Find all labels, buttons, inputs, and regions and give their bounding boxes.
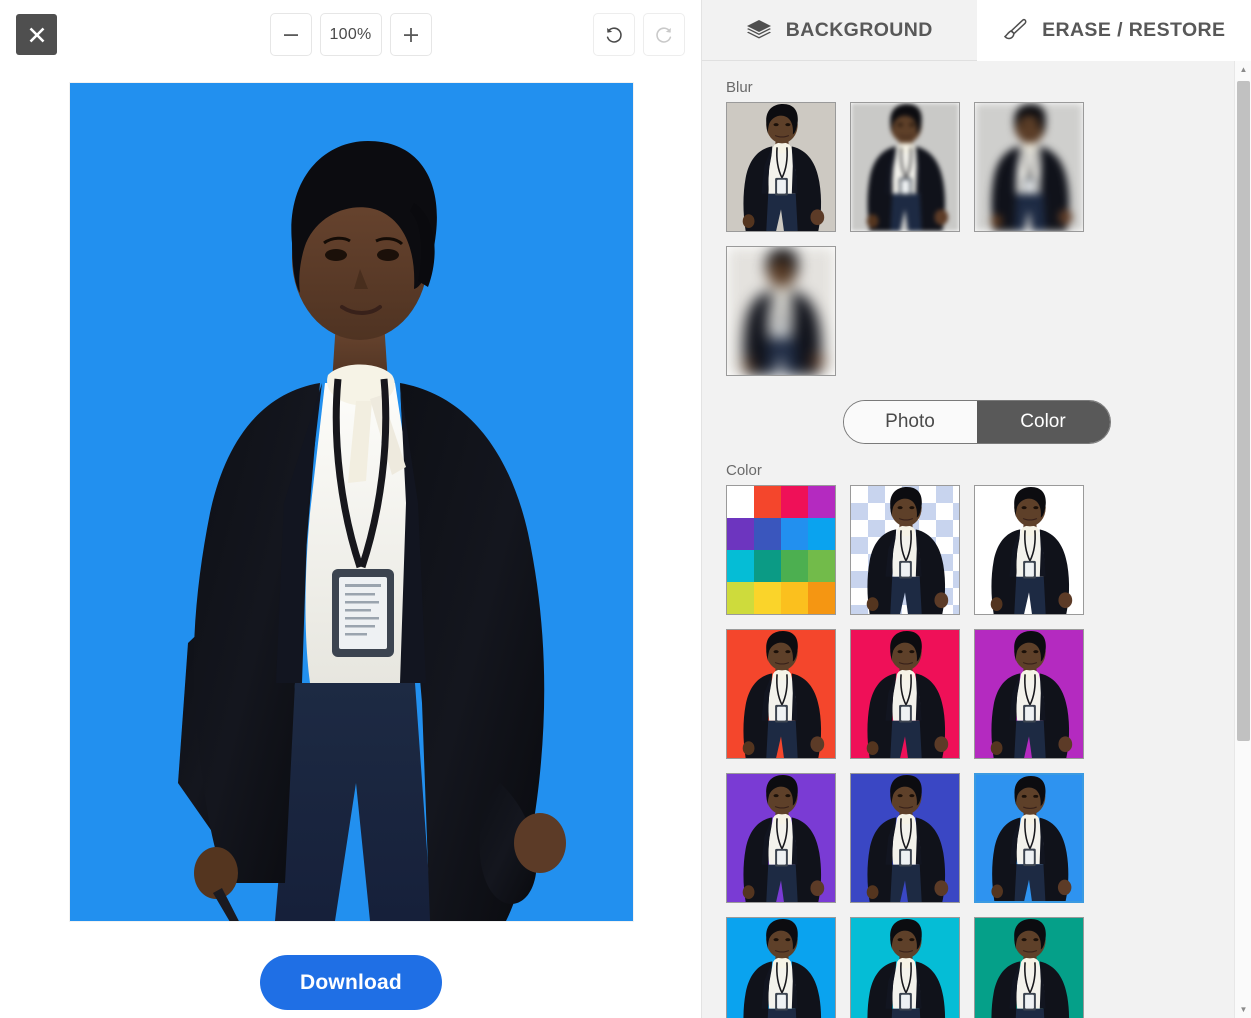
color-swatch-transparent[interactable] [850, 485, 960, 615]
scroll-up-arrow[interactable]: ▲ [1235, 61, 1251, 78]
tab-erase-restore-label: ERASE / RESTORE [1042, 18, 1226, 41]
color-section-label: Color [726, 462, 762, 479]
history-controls [593, 13, 685, 56]
color-swatch-azure[interactable] [974, 773, 1084, 903]
mode-photo[interactable]: Photo [843, 401, 977, 443]
color-swatch-white[interactable] [974, 485, 1084, 615]
blur-section-label: Blur [726, 79, 753, 96]
close-icon [29, 27, 44, 42]
layers-icon [746, 20, 771, 39]
options-panel: BACKGROUND ERASE / RESTORE Blur Photo Co… [702, 0, 1251, 1018]
color-swatch-pink[interactable] [850, 629, 960, 759]
blur-option-blur-strong[interactable] [726, 246, 836, 376]
tab-background[interactable]: BACKGROUND [702, 0, 977, 61]
mode-color[interactable]: Color [976, 401, 1110, 443]
download-button[interactable]: Download [260, 955, 442, 1010]
color-swatch-red[interactable] [726, 629, 836, 759]
undo-button[interactable] [593, 13, 635, 56]
tab-erase-restore[interactable]: ERASE / RESTORE [976, 0, 1251, 61]
download-area: Download [0, 955, 702, 1010]
brush-icon [1004, 18, 1027, 40]
color-swatch-teal[interactable] [974, 917, 1084, 1018]
zoom-in-button[interactable] [389, 13, 432, 56]
redo-icon [656, 26, 672, 43]
background-remover-app: 100% Download BACKGROUND ERASE / RESTORE… [0, 0, 1251, 1018]
undo-icon [606, 26, 622, 43]
panel-tabs: BACKGROUND ERASE / RESTORE [702, 0, 1251, 61]
close-button[interactable] [16, 14, 57, 55]
image-canvas[interactable] [69, 83, 633, 921]
zoom-controls: 100% [269, 13, 432, 56]
redo-button[interactable] [643, 13, 685, 56]
color-swatch-cyan[interactable] [850, 917, 960, 1018]
editor-pane: 100% Download [0, 0, 702, 1018]
color-swatch-blue[interactable] [726, 917, 836, 1018]
color-picker-grid [727, 486, 835, 614]
zoom-level-display[interactable]: 100% [319, 13, 382, 56]
color-swatch-magenta[interactable] [974, 629, 1084, 759]
scroll-down-arrow[interactable]: ▼ [1235, 1001, 1251, 1018]
editor-toolbar: 100% [0, 0, 701, 68]
panel-scrollbar[interactable]: ▲ ▼ [1234, 61, 1251, 1018]
color-swatch-indigo[interactable] [850, 773, 960, 903]
panel-content: Blur Photo Color Color [702, 61, 1251, 1018]
blur-option-blur-medium[interactable] [974, 102, 1084, 232]
mode-toggle-wrap: Photo Color [702, 400, 1251, 444]
color-options-grid [702, 485, 1199, 1018]
edited-photo [69, 83, 633, 921]
scrollbar-thumb[interactable] [1237, 81, 1250, 741]
blur-option-blur-none[interactable] [726, 102, 836, 232]
blur-option-blur-light[interactable] [850, 102, 960, 232]
subject-cutout [177, 141, 566, 921]
color-swatch-custom-color-picker[interactable] [726, 485, 836, 615]
mode-toggle: Photo Color [842, 400, 1111, 444]
tab-background-label: BACKGROUND [785, 18, 933, 41]
minus-icon [283, 33, 298, 36]
canvas-area [0, 68, 702, 948]
blur-options-grid [702, 102, 1199, 376]
color-swatch-violet[interactable] [726, 773, 836, 903]
zoom-out-button[interactable] [269, 13, 312, 56]
plus-icon [403, 27, 418, 42]
